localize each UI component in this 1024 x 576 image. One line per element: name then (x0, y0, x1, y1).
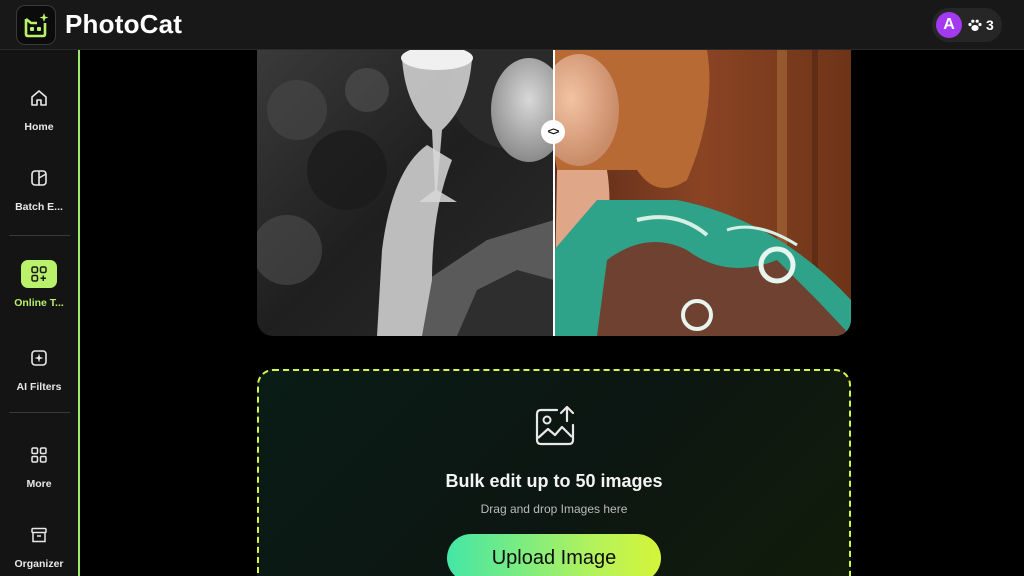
photocat-logo[interactable] (16, 5, 56, 45)
cat-logo-icon (24, 13, 49, 38)
online-tools-icon (21, 260, 57, 288)
sidebar-item-label: More (26, 478, 52, 490)
sidebar-item-label: Home (24, 121, 54, 133)
batch-edit-icon (21, 164, 57, 192)
ai-filters-icon (21, 344, 57, 372)
sidebar-item-batch-edit[interactable]: Batch E... (0, 164, 78, 228)
app-title: PhotoCat (65, 9, 183, 39)
compare-slider-handle[interactable]: <> (541, 120, 565, 144)
sidebar-item-online-tools[interactable]: Online T... (0, 260, 78, 324)
before-after-comparison[interactable]: <> (257, 50, 851, 336)
sidebar: Home Batch E... Online T... AI Filters M… (0, 50, 80, 576)
sidebar-item-organizer[interactable]: Organizer (0, 521, 78, 576)
sidebar-item-label: Organizer (14, 558, 64, 570)
home-icon (21, 84, 57, 112)
paw-icon (968, 19, 982, 32)
comparison-image (257, 50, 851, 336)
sidebar-item-more[interactable]: More (0, 441, 78, 505)
sidebar-item-label: Online T... (14, 297, 64, 309)
sidebar-item-home[interactable]: Home (0, 84, 78, 148)
credit-count: 3 (986, 17, 994, 33)
sidebar-divider (9, 235, 70, 236)
avatar[interactable]: A (936, 12, 962, 38)
drag-drop-hint: Drag and drop Images here (480, 502, 628, 516)
grid-icon (21, 441, 57, 469)
upload-title: Bulk edit up to 50 images (445, 471, 663, 491)
image-upload-icon (533, 405, 577, 449)
sidebar-item-ai-filters[interactable]: AI Filters (0, 344, 78, 408)
credits-badge[interactable]: A 3 (932, 8, 1002, 42)
top-bar: PhotoCat A 3 (0, 0, 1024, 50)
upload-image-button[interactable]: Upload Image (447, 534, 661, 576)
archive-icon (21, 521, 57, 549)
sidebar-divider (9, 412, 70, 413)
sidebar-item-label: Batch E... (15, 201, 63, 213)
upload-dropzone[interactable]: Bulk edit up to 50 images Drag and drop … (257, 369, 851, 576)
sidebar-item-label: AI Filters (16, 381, 62, 393)
